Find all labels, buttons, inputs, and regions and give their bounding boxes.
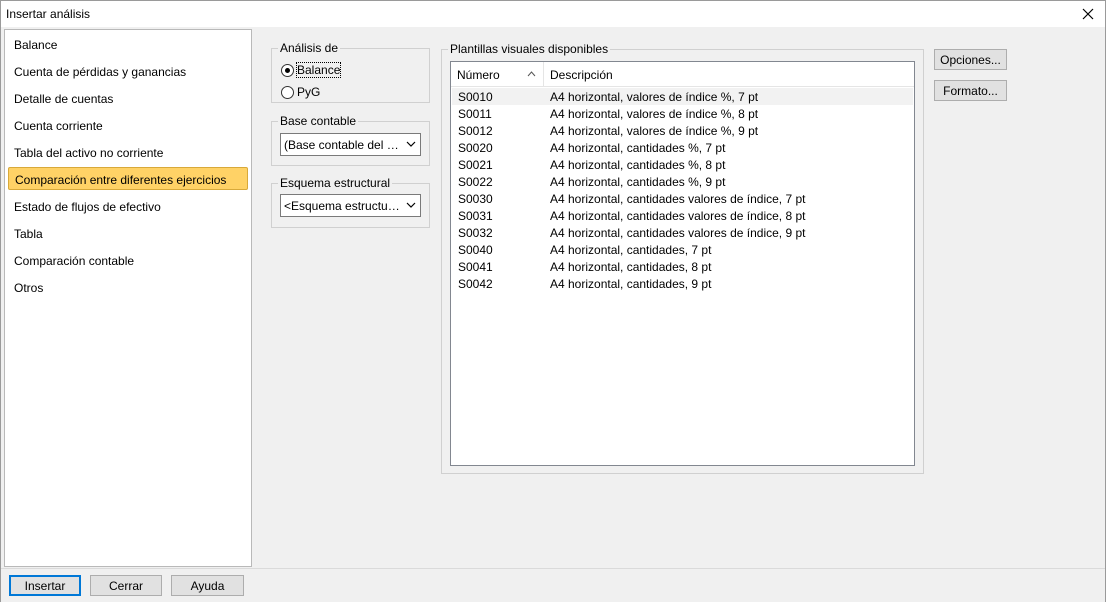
template-number: S0032 — [458, 226, 493, 240]
template-description: A4 horizontal, cantidades valores de índ… — [550, 209, 806, 223]
radio-unchecked-icon — [281, 85, 294, 99]
insert-analysis-dialog: Insertar análisis Balance Cuenta de pérd… — [0, 0, 1106, 602]
table-row[interactable]: S0020 A4 horizontal, cantidades %, 7 pt — [452, 139, 913, 156]
nav-item-current-account[interactable]: Cuenta corriente — [8, 114, 248, 137]
template-description: A4 horizontal, valores de índice %, 8 pt — [550, 107, 759, 121]
group-label: Análisis de — [278, 41, 341, 55]
window-title: Insertar análisis — [6, 7, 91, 21]
options-button[interactable]: Opciones... — [934, 49, 1007, 70]
title-bar[interactable]: Insertar análisis — [1, 1, 1105, 27]
nav-item-fixed-assets[interactable]: Tabla del activo no corriente — [8, 141, 248, 164]
nav-item-label: Cuenta corriente — [14, 119, 103, 133]
template-description: A4 horizontal, valores de índice %, 9 pt — [550, 124, 759, 138]
button-label: Formato... — [943, 84, 998, 98]
radio-balance[interactable]: Balance — [281, 62, 342, 78]
nav-item-label: Cuenta de pérdidas y ganancias — [14, 65, 187, 79]
chevron-down-icon — [406, 202, 416, 208]
analysis-of-group: Análisis de Balance PyG — [271, 41, 430, 103]
nav-item-others[interactable]: Otros — [8, 276, 248, 299]
template-number: S0022 — [458, 175, 493, 189]
table-row[interactable]: S0042 A4 horizontal, cantidades, 9 pt — [452, 275, 913, 292]
nav-item-label: Balance — [14, 38, 58, 52]
nav-item-cash-flow[interactable]: Estado de flujos de efectivo — [8, 195, 248, 218]
template-number: S0041 — [458, 260, 493, 274]
nav-item-label: Comparación contable — [14, 254, 135, 268]
table-row[interactable]: S0041 A4 horizontal, cantidades, 8 pt — [452, 258, 913, 275]
radio-checked-icon — [281, 63, 294, 77]
table-row[interactable]: S0012 A4 horizontal, valores de índice %,… — [452, 122, 913, 139]
template-description: A4 horizontal, cantidades %, 8 pt — [550, 158, 726, 172]
template-number: S0030 — [458, 192, 493, 206]
template-number: S0021 — [458, 158, 493, 172]
radio-label: PyG — [297, 85, 321, 99]
accounting-base-select[interactable]: (Base contable del documento) — [280, 133, 421, 156]
template-number: S0031 — [458, 209, 493, 223]
nav-item-profit-loss[interactable]: Cuenta de pérdidas y ganancias — [8, 60, 248, 83]
close-icon — [1082, 8, 1094, 20]
template-description: A4 horizontal, cantidades %, 9 pt — [550, 175, 726, 189]
help-button[interactable]: Ayuda — [171, 575, 244, 596]
template-number: S0011 — [458, 107, 492, 121]
nav-item-label: Comparación entre diferentes ejercicios — [15, 173, 227, 187]
chevron-down-icon — [406, 141, 416, 147]
templates-list[interactable]: Número Descripción S0010 A4 horizontal, v… — [450, 61, 915, 466]
select-value: <Esquema estructural estándar> — [284, 199, 402, 213]
template-number: S0012 — [458, 124, 493, 138]
button-label: Opciones... — [940, 53, 1001, 67]
table-row[interactable]: S0032 A4 horizontal, cantidades valores d… — [452, 224, 913, 241]
column-header-number[interactable]: Número — [451, 62, 544, 87]
nav-item-label: Detalle de cuentas — [14, 92, 114, 106]
table-row[interactable]: S0031 A4 horizontal, cantidades valores d… — [452, 207, 913, 224]
template-description: A4 horizontal, cantidades valores de índ… — [550, 192, 806, 206]
button-label: Insertar — [24, 579, 66, 593]
template-description: A4 horizontal, cantidades, 7 pt — [550, 243, 712, 257]
group-label: Esquema estructural — [278, 176, 393, 190]
column-header-description[interactable]: Descripción — [544, 62, 914, 87]
nav-item-account-detail[interactable]: Detalle de cuentas — [8, 87, 248, 110]
group-label: Base contable — [278, 114, 359, 128]
nav-item-label: Tabla — [14, 227, 43, 241]
template-number: S0010 — [458, 90, 493, 104]
group-label: Plantillas visuales disponibles — [448, 42, 611, 56]
template-description: A4 horizontal, valores de índice %, 7 pt — [550, 90, 759, 104]
analysis-type-list[interactable]: Balance Cuenta de pérdidas y ganancias D… — [4, 29, 252, 567]
template-number: S0040 — [458, 243, 493, 257]
format-button[interactable]: Formato... — [934, 80, 1007, 101]
table-row[interactable]: S0022 A4 horizontal, cantidades %, 9 pt — [452, 173, 913, 190]
nav-item-year-comparison[interactable]: Comparación entre diferentes ejercicios — [8, 167, 248, 190]
footer-bar: Insertar Cerrar Ayuda — [1, 568, 1105, 602]
structural-scheme-select[interactable]: <Esquema estructural estándar> — [280, 194, 421, 217]
table-row[interactable]: S0011 A4 horizontal, valores de índice %,… — [452, 105, 913, 122]
template-description: A4 horizontal, cantidades, 9 pt — [550, 277, 712, 291]
table-row[interactable]: S0021 A4 horizontal, cantidades %, 8 pt — [452, 156, 913, 173]
template-number: S0020 — [458, 141, 493, 155]
insert-button[interactable]: Insertar — [9, 575, 81, 596]
close-window-button[interactable] — [1071, 1, 1105, 27]
column-header-label: Descripción — [550, 68, 613, 82]
table-row[interactable]: S0030 A4 horizontal, cantidades valores d… — [452, 190, 913, 207]
table-row[interactable]: S0010 A4 horizontal, valores de índice %,… — [452, 88, 913, 105]
close-button[interactable]: Cerrar — [90, 575, 162, 596]
column-header-label: Número — [457, 68, 500, 82]
select-value: (Base contable del documento) — [284, 138, 402, 152]
nav-item-table[interactable]: Tabla — [8, 222, 248, 245]
radio-pyg[interactable]: PyG — [281, 85, 320, 99]
template-description: A4 horizontal, cantidades %, 7 pt — [550, 141, 726, 155]
nav-item-balance[interactable]: Balance — [8, 33, 248, 56]
nav-item-accounting-comparison[interactable]: Comparación contable — [8, 249, 248, 272]
radio-label: Balance — [295, 62, 342, 78]
list-header: Número Descripción — [451, 62, 914, 87]
table-row[interactable]: S0040 A4 horizontal, cantidades, 7 pt — [452, 241, 913, 258]
button-label: Cerrar — [108, 579, 143, 593]
template-description: A4 horizontal, cantidades valores de índ… — [550, 226, 806, 240]
template-description: A4 horizontal, cantidades, 8 pt — [550, 260, 712, 274]
sort-ascending-icon — [527, 71, 536, 77]
nav-item-label: Estado de flujos de efectivo — [14, 200, 161, 214]
button-label: Ayuda — [190, 579, 225, 593]
nav-item-label: Otros — [14, 281, 44, 295]
nav-item-label: Tabla del activo no corriente — [14, 146, 164, 160]
template-number: S0042 — [458, 277, 493, 291]
